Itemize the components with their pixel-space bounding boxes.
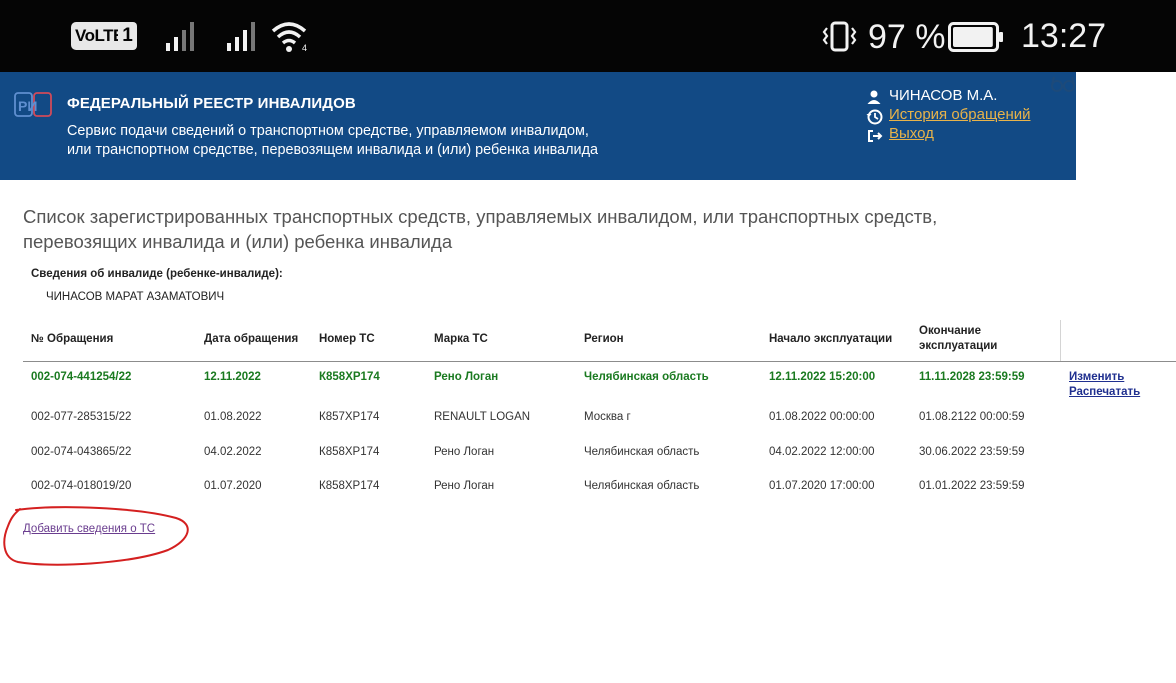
cell-usage-start: 01.08.2022 00:00:00	[769, 411, 875, 423]
cell-usage-start: 12.11.2022 15:20:00	[769, 371, 876, 383]
cell-usage-start: 04.02.2022 12:00:00	[769, 446, 875, 458]
print-link[interactable]: Распечатать	[1069, 386, 1140, 398]
accessibility-glasses-icon[interactable]	[1050, 74, 1076, 94]
page-title-line1: Список зарегистрированных транспортных с…	[23, 206, 938, 227]
cell-plate-number: К858ХР174	[319, 371, 380, 383]
cell-usage-start: 01.07.2020 17:00:00	[769, 480, 875, 492]
logo-text: РИ	[18, 98, 37, 114]
cell-region: Челябинская область	[584, 446, 700, 458]
history-link[interactable]: История обращений	[889, 106, 1031, 123]
user-icon	[867, 90, 881, 104]
cell-signal-icon	[166, 22, 194, 51]
page-title-line2: перевозящих инвалида и (или) ребенка инв…	[23, 230, 453, 252]
cell-usage-end: 01.08.2122 00:00:59	[919, 411, 1025, 423]
col-header-region: Регион	[584, 333, 624, 345]
svg-text:4: 4	[302, 43, 307, 53]
col-header-vehicle-brand: Марка ТС	[434, 333, 488, 345]
col-header-request-number: № Обращения	[31, 333, 114, 345]
cell-request-number: 002-074-441254/22	[31, 371, 132, 383]
vibrate-icon	[822, 21, 857, 52]
cell-region: Челябинская область	[584, 371, 709, 383]
site-subtitle: Сервис подачи сведений о транспортном ср…	[67, 122, 598, 159]
site-subtitle-line1: Сервис подачи сведений о транспортном ср…	[67, 123, 589, 139]
col-header-plate-number: Номер ТС	[319, 333, 375, 345]
sim-slot-indicator: 1	[118, 22, 137, 50]
col-header-usage-start: Начало эксплуатации	[769, 333, 893, 345]
cell-request-date: 01.08.2022	[204, 411, 262, 423]
cell-vehicle-brand: RENAULT LOGAN	[434, 411, 531, 423]
wifi-icon: 4	[271, 22, 307, 53]
cell-usage-end: 30.06.2022 23:59:59	[919, 446, 1025, 458]
status-clock: 13:27	[1021, 17, 1107, 55]
col-header-usage-end: Окончание эксплуатации	[919, 324, 997, 354]
disabled-person-info-label: Сведения об инвалиде (ребенке-инвалиде):	[31, 268, 283, 280]
cell-vehicle-brand: Рено Логан	[434, 446, 495, 458]
cell-region: Челябинская область	[584, 480, 700, 492]
cell-request-number: 002-074-018019/20	[31, 480, 132, 492]
cell-signal-icon-2	[227, 22, 255, 51]
disabled-person-name: ЧИНАСОВ МАРАТ АЗАМАТОВИЧ	[46, 291, 225, 303]
col-header-usage-end-line2: эксплуатации	[919, 340, 998, 352]
page-title: Список зарегистрированных транспортных с…	[23, 205, 1023, 254]
current-user-name: ЧИНАСОВ М.А.	[889, 87, 998, 104]
status-bar: VoLTE 1 4 97 % 13:27	[0, 0, 1176, 72]
battery-icon	[948, 22, 1003, 52]
cell-request-date: 12.11.2022	[204, 371, 261, 383]
header-column-divider	[1060, 320, 1061, 361]
edit-link[interactable]: Изменить	[1069, 371, 1124, 383]
cell-plate-number: К858ХР174	[319, 480, 380, 492]
cell-region: Москва г	[584, 411, 631, 423]
cell-vehicle-brand: Рено Логан	[434, 480, 495, 492]
table-header-divider	[23, 361, 1176, 362]
site-subtitle-line2: или транспортном средстве, перевозящем и…	[67, 141, 598, 158]
col-header-usage-end-line1: Окончание	[919, 325, 982, 337]
cell-request-number: 002-074-043865/22	[31, 446, 132, 458]
history-icon	[866, 109, 883, 125]
cell-plate-number: К858ХР174	[319, 446, 380, 458]
cell-vehicle-brand: Рено Логан	[434, 371, 499, 383]
red-circle-annotation	[3, 506, 189, 566]
battery-percent: 97 %	[868, 18, 946, 56]
site-title: ФЕДЕРАЛЬНЫЙ РЕЕСТР ИНВАЛИДОВ	[67, 95, 356, 112]
cell-request-date: 01.07.2020	[204, 480, 262, 492]
fri-logo: РИ	[14, 92, 52, 117]
cell-usage-end: 01.01.2022 23:59:59	[919, 480, 1025, 492]
cell-plate-number: К857ХР174	[319, 411, 380, 423]
col-header-request-date: Дата обращения	[204, 333, 299, 345]
logout-link[interactable]: Выход	[889, 125, 934, 142]
cell-request-date: 04.02.2022	[204, 446, 262, 458]
logout-icon	[868, 130, 883, 142]
cell-usage-end: 11.11.2028 23:59:59	[919, 371, 1025, 383]
cell-request-number: 002-077-285315/22	[31, 411, 132, 423]
